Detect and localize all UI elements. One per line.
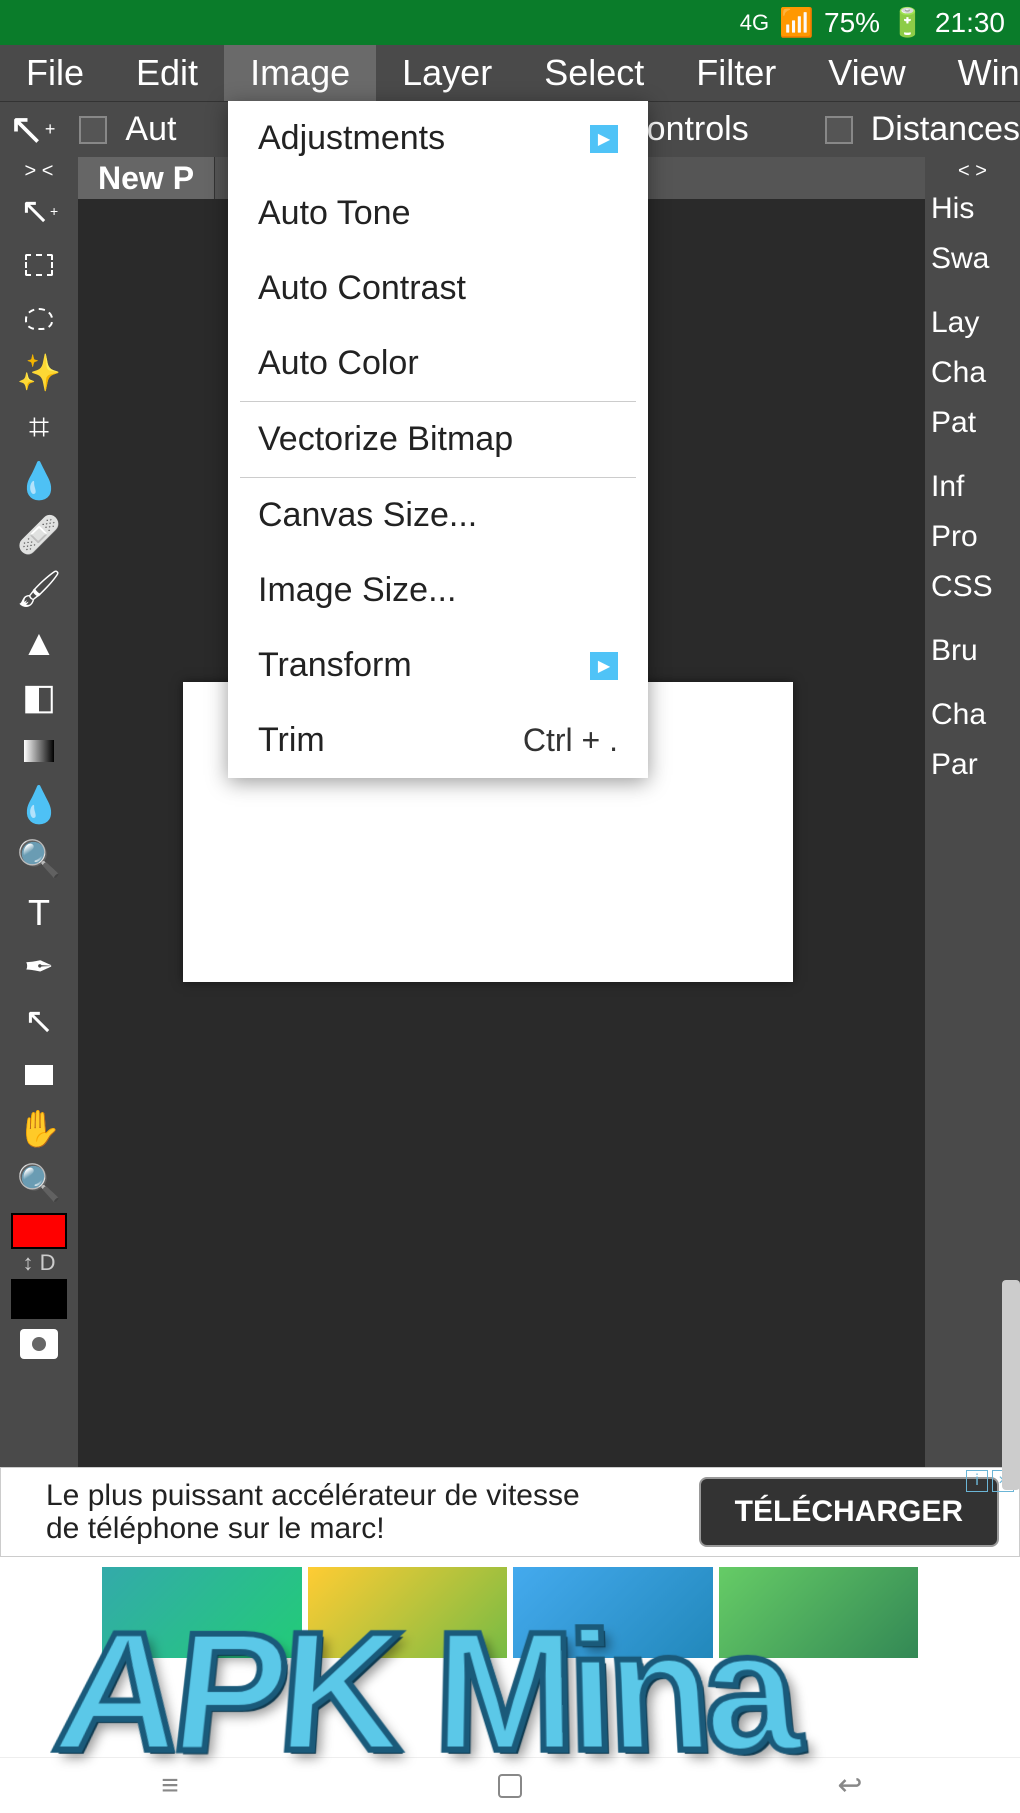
shape-tool-icon[interactable] bbox=[15, 1051, 63, 1099]
nav-recent-icon[interactable]: ≡ bbox=[150, 1766, 190, 1806]
nav-back-icon[interactable]: ↩ bbox=[830, 1766, 870, 1806]
document-tab[interactable]: New P bbox=[78, 157, 215, 199]
eyedropper-tool-icon[interactable]: 💧 bbox=[15, 457, 63, 505]
panel-collapse-arrows[interactable]: < > bbox=[925, 159, 1020, 184]
panel-brush[interactable]: Bru bbox=[925, 626, 1020, 676]
submenu-arrow-icon: ▶ bbox=[590, 652, 618, 680]
thumb-1[interactable] bbox=[100, 1565, 304, 1660]
menu-auto-color[interactable]: Auto Color bbox=[228, 326, 648, 401]
thumb-3[interactable] bbox=[511, 1565, 715, 1660]
panel-expand-arrows[interactable]: > < bbox=[25, 159, 54, 184]
marquee-tool-icon[interactable] bbox=[15, 241, 63, 289]
swap-default-label[interactable]: ↕ D bbox=[11, 1249, 67, 1277]
brush-tool-icon[interactable]: 🖌 bbox=[15, 565, 63, 613]
menu-view[interactable]: View bbox=[802, 45, 931, 101]
pen-tool-icon[interactable]: ✒ bbox=[15, 943, 63, 991]
path-tool-icon[interactable]: ↖ bbox=[15, 997, 63, 1045]
menu-layer[interactable]: Layer bbox=[376, 45, 518, 101]
lasso-tool-icon[interactable] bbox=[15, 295, 63, 343]
thumb-4[interactable] bbox=[717, 1565, 921, 1660]
tool-panel: > < ↖+ ✨ ⌗ 💧 🩹 🖌 ▲ ◧ 💧 🔍 T ✒ ↖ ✋ 🔍 ↕ D bbox=[0, 157, 78, 1467]
menu-edit[interactable]: Edit bbox=[110, 45, 224, 101]
panel-swatches[interactable]: Swa bbox=[925, 234, 1020, 284]
foreground-color[interactable] bbox=[11, 1213, 67, 1249]
ad-download-button[interactable]: TÉLÉCHARGER bbox=[699, 1477, 999, 1547]
blur-tool-icon[interactable]: 💧 bbox=[15, 781, 63, 829]
right-panels: < > His Swa Lay Cha Pat Inf Pro CSS Bru … bbox=[925, 157, 1020, 1467]
menu-item-label: Auto Color bbox=[258, 344, 419, 383]
clock: 21:30 bbox=[935, 7, 1005, 39]
menu-filter[interactable]: Filter bbox=[670, 45, 802, 101]
menu-auto-tone[interactable]: Auto Tone bbox=[228, 176, 648, 251]
menu-item-label: Auto Contrast bbox=[258, 269, 466, 308]
panel-info[interactable]: Inf bbox=[925, 462, 1020, 512]
panel-layers[interactable]: Lay bbox=[925, 298, 1020, 348]
battery-pct: 75% bbox=[824, 7, 880, 39]
menu-trim[interactable]: Trim Ctrl + . bbox=[228, 703, 648, 778]
crop-tool-icon[interactable]: ⌗ bbox=[15, 403, 63, 451]
dodge-tool-icon[interactable]: 🔍 bbox=[15, 835, 63, 883]
android-status-bar: 4G 📶 75% 🔋 21:30 bbox=[0, 0, 1020, 45]
menu-item-label: Canvas Size... bbox=[258, 496, 477, 535]
camera-icon[interactable] bbox=[20, 1329, 58, 1359]
ad-info-icon[interactable]: i bbox=[966, 1470, 988, 1492]
menu-select[interactable]: Select bbox=[518, 45, 670, 101]
android-nav-bar: ≡ ↩ bbox=[0, 1757, 1020, 1813]
menu-shortcut: Ctrl + . bbox=[523, 722, 618, 759]
menu-canvas-size[interactable]: Canvas Size... bbox=[228, 478, 648, 553]
menu-window[interactable]: Wind bbox=[932, 45, 1020, 101]
panel-history[interactable]: His bbox=[925, 184, 1020, 234]
panel-properties[interactable]: Pro bbox=[925, 512, 1020, 562]
menu-file[interactable]: File bbox=[0, 45, 110, 101]
healing-tool-icon[interactable]: 🩹 bbox=[15, 511, 63, 559]
thumb-2[interactable] bbox=[306, 1565, 510, 1660]
auto-select-checkbox[interactable] bbox=[79, 116, 107, 144]
menu-image-size[interactable]: Image Size... bbox=[228, 553, 648, 628]
stamp-tool-icon[interactable]: ▲ bbox=[15, 619, 63, 667]
gradient-tool-icon[interactable] bbox=[15, 727, 63, 775]
menu-image[interactable]: Image bbox=[224, 45, 376, 101]
menu-vectorize-bitmap[interactable]: Vectorize Bitmap bbox=[228, 402, 648, 477]
panel-character[interactable]: Cha bbox=[925, 690, 1020, 740]
menu-transform[interactable]: Transform ▶ bbox=[228, 628, 648, 703]
nav-home-icon[interactable] bbox=[490, 1766, 530, 1806]
scrollbar-vertical[interactable] bbox=[1002, 1280, 1020, 1490]
panel-paragraph[interactable]: Par bbox=[925, 740, 1020, 790]
menu-item-label: Vectorize Bitmap bbox=[258, 420, 513, 459]
transform-controls-label: ontrols bbox=[647, 110, 749, 149]
menu-item-label: Image Size... bbox=[258, 571, 456, 610]
text-tool-icon[interactable]: T bbox=[15, 889, 63, 937]
menu-item-label: Trim bbox=[258, 721, 325, 760]
ad-text: Le plus puissant accélérateur de vitesse… bbox=[46, 1479, 606, 1545]
background-color[interactable] bbox=[11, 1279, 67, 1319]
submenu-arrow-icon: ▶ bbox=[590, 125, 618, 153]
menu-item-label: Adjustments bbox=[258, 119, 445, 158]
ad-banner[interactable]: i × Le plus puissant accélérateur de vit… bbox=[0, 1467, 1020, 1557]
menu-item-label: Auto Tone bbox=[258, 194, 411, 233]
wand-tool-icon[interactable]: ✨ bbox=[15, 349, 63, 397]
eraser-tool-icon[interactable]: ◧ bbox=[15, 673, 63, 721]
panel-channels[interactable]: Cha bbox=[925, 348, 1020, 398]
network-type: 4G bbox=[740, 10, 769, 36]
menu-auto-contrast[interactable]: Auto Contrast bbox=[228, 251, 648, 326]
image-menu-dropdown: Adjustments ▶ Auto Tone Auto Contrast Au… bbox=[228, 101, 648, 778]
auto-select-label: Aut bbox=[125, 110, 176, 149]
zoom-tool-icon[interactable]: 🔍 bbox=[15, 1159, 63, 1207]
battery-icon: 🔋 bbox=[890, 6, 925, 39]
signal-icon: 📶 bbox=[779, 6, 814, 39]
move-tool-icon[interactable]: ↖+ bbox=[8, 104, 61, 155]
distances-label: Distances bbox=[871, 110, 1020, 149]
menu-adjustments[interactable]: Adjustments ▶ bbox=[228, 101, 648, 176]
ad-gallery[interactable] bbox=[0, 1557, 1020, 1667]
hand-tool-icon[interactable]: ✋ bbox=[15, 1105, 63, 1153]
distances-checkbox[interactable] bbox=[825, 116, 853, 144]
panel-css[interactable]: CSS bbox=[925, 562, 1020, 612]
menu-item-label: Transform bbox=[258, 646, 412, 685]
panel-paths[interactable]: Pat bbox=[925, 398, 1020, 448]
move-tool-icon[interactable]: ↖+ bbox=[15, 187, 63, 235]
menu-bar: File Edit Image Layer Select Filter View… bbox=[0, 45, 1020, 101]
